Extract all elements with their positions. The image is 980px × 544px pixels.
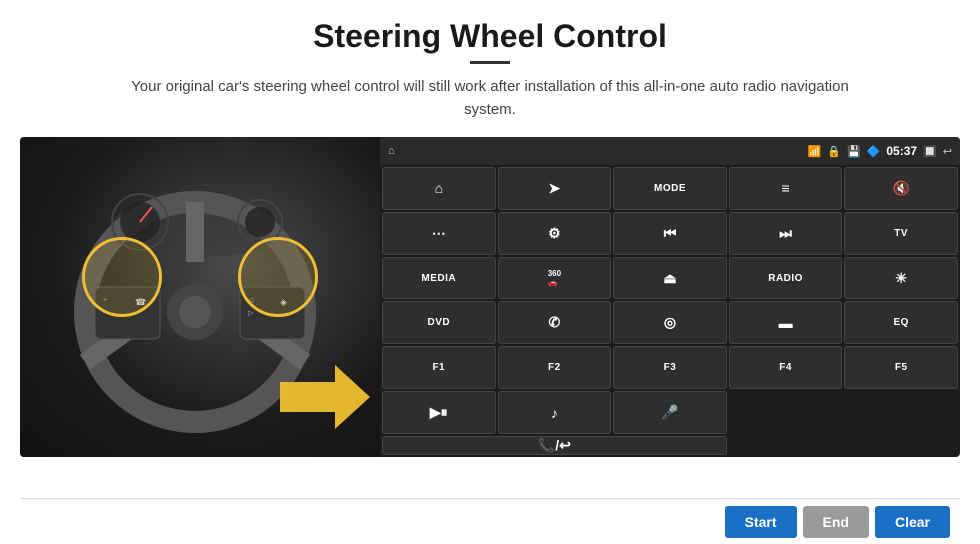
start-button[interactable]: Start [725, 506, 797, 538]
lock-icon: 🔒 [827, 145, 841, 158]
360-button[interactable]: 360🚗 [498, 257, 612, 300]
back-icon[interactable]: ↩ [943, 145, 952, 158]
phone-button[interactable]: ✆ [498, 301, 612, 344]
dvd-button[interactable]: DVD [382, 301, 496, 344]
highlight-right-controls [238, 237, 318, 317]
prev-button[interactable]: ⏮ [613, 212, 727, 255]
status-time: 05:37 [886, 144, 917, 158]
page-title: Steering Wheel Control [313, 18, 667, 55]
page-subtitle: Your original car's steering wheel contr… [110, 76, 870, 121]
control-button-grid: ⌂ ➤ MODE ≡ 🔇 ⋯ ⚙ ⏮ ⏭ TV MEDIA 360🚗 ⏏ RAD… [380, 165, 960, 457]
f1-button[interactable]: F1 [382, 346, 496, 389]
next-button[interactable]: ⏭ [729, 212, 843, 255]
title-divider [470, 61, 510, 64]
screen-button[interactable]: ▬ [729, 301, 843, 344]
home-button[interactable]: ⌂ [382, 167, 496, 210]
media-button[interactable]: MEDIA [382, 257, 496, 300]
radio-button[interactable]: RADIO [729, 257, 843, 300]
f2-button[interactable]: F2 [498, 346, 612, 389]
apps-button[interactable]: ⋯ [382, 212, 496, 255]
mute-button[interactable]: 🔇 [844, 167, 958, 210]
status-bar: ⌂ 📶 🔒 💾 🔷 05:37 🔲 ↩ [380, 137, 960, 165]
steering-wheel-image: + - ☎ ◁ ▷ ◈ [20, 137, 380, 457]
tv-button[interactable]: TV [844, 212, 958, 255]
content-row: + - ☎ ◁ ▷ ◈ [20, 137, 960, 498]
mic-button[interactable]: 🎤 [613, 391, 727, 434]
battery-icon: 🔲 [923, 145, 937, 158]
f5-button[interactable]: F5 [844, 346, 958, 389]
playpause-button[interactable]: ▶⏸ [382, 391, 496, 434]
settings-button[interactable]: ⚙ [498, 212, 612, 255]
svg-text:▷: ▷ [248, 310, 254, 317]
mode-button[interactable]: MODE [613, 167, 727, 210]
eject-button[interactable]: ⏏ [613, 257, 727, 300]
call-end-button[interactable]: 📞/↩ [382, 436, 727, 455]
end-button[interactable]: End [803, 506, 869, 538]
nav-button[interactable]: ➤ [498, 167, 612, 210]
eq-button[interactable]: EQ [844, 301, 958, 344]
list-button[interactable]: ≡ [729, 167, 843, 210]
status-bar-right: 📶 🔒 💾 🔷 05:37 🔲 ↩ [808, 144, 952, 158]
brightness-button[interactable]: ☀ [844, 257, 958, 300]
maps-button[interactable]: ◎ [613, 301, 727, 344]
highlight-left-controls [82, 237, 162, 317]
arrow-indicator [280, 357, 370, 437]
status-bar-left: ⌂ [388, 145, 395, 157]
music-button[interactable]: ♪ [498, 391, 612, 434]
head-unit-display: ⌂ 📶 🔒 💾 🔷 05:37 🔲 ↩ ⌂ ➤ MODE ≡ [380, 137, 960, 457]
clear-button[interactable]: Clear [875, 506, 950, 538]
home-icon[interactable]: ⌂ [388, 145, 395, 157]
bluetooth-icon: 🔷 [867, 145, 881, 158]
f3-button[interactable]: F3 [613, 346, 727, 389]
bottom-action-bar: Start End Clear [20, 498, 960, 544]
sd-icon: 💾 [847, 145, 861, 158]
wifi-icon: 📶 [808, 145, 822, 158]
f4-button[interactable]: F4 [729, 346, 843, 389]
